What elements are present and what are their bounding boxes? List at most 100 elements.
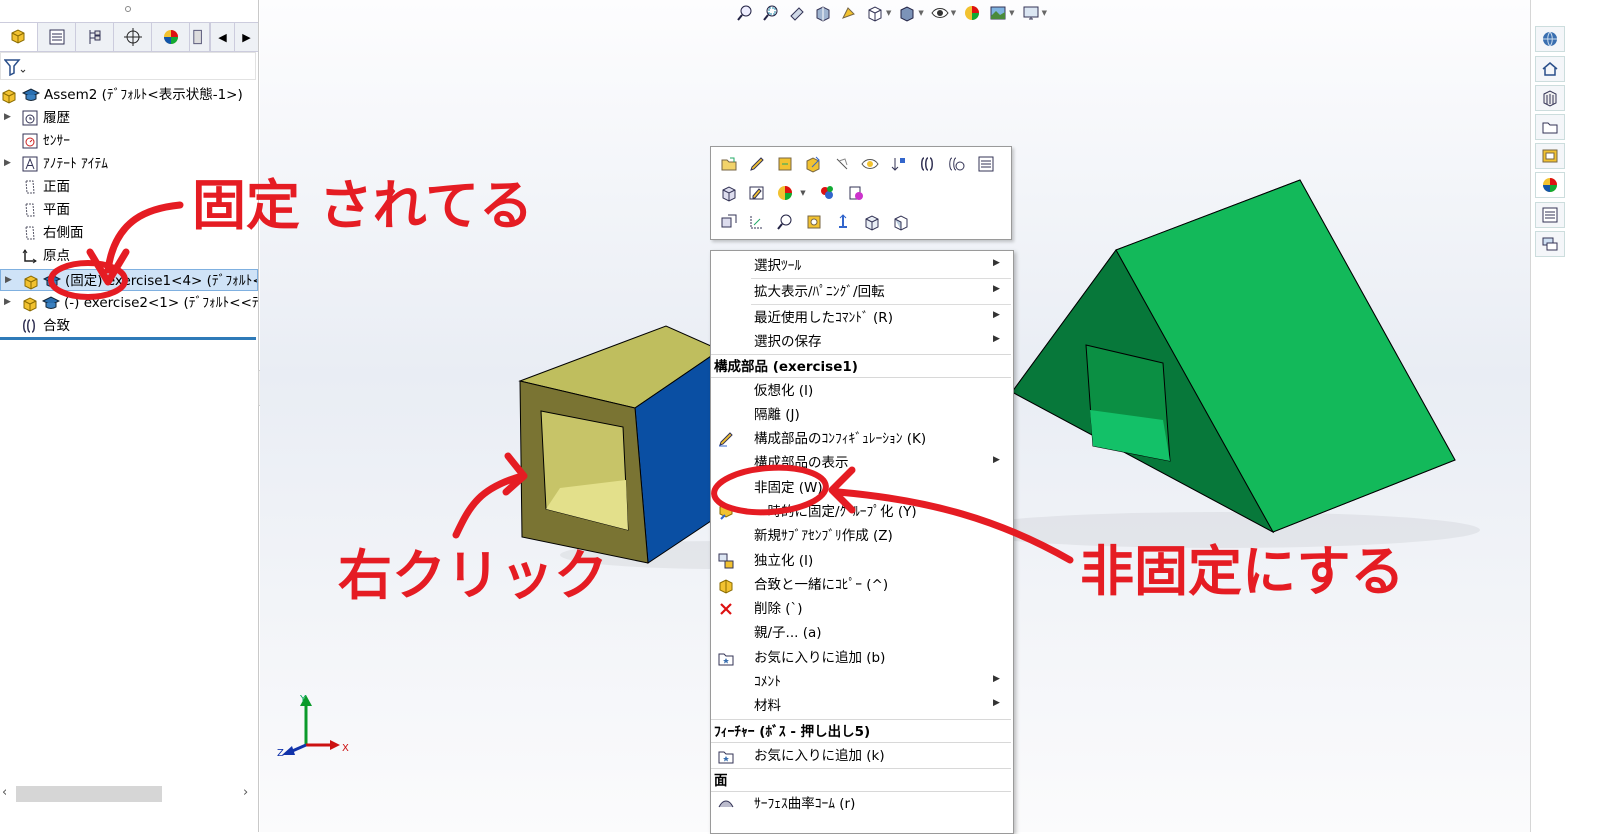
forum-button[interactable]: [1535, 231, 1565, 257]
menu-item[interactable]: 独立化 (I): [711, 549, 1011, 573]
tree-item-label: Assem2 (ﾃﾞﾌｫﾙﾄ<表示状態-1>): [44, 87, 243, 103]
part-icon: [23, 297, 37, 312]
texture-button[interactable]: [816, 182, 838, 204]
insert-reference-button[interactable]: [832, 211, 854, 233]
tree-item[interactable]: ▶ ｱﾉﾃｰﾄ ｱｲﾃﾑ: [0, 153, 258, 175]
component-properties-button[interactable]: [975, 153, 997, 175]
menu-item-label: 削除 (`): [754, 601, 803, 617]
tree-root-assembly[interactable]: Assem2 (ﾃﾞﾌｫﾙﾄ<表示状態-1>): [0, 84, 258, 106]
tab-configuration-manager[interactable]: [76, 23, 114, 51]
replace-component-button[interactable]: [774, 153, 796, 175]
mortarboard-icon: [41, 296, 61, 309]
smart-dimension-button[interactable]: [746, 211, 768, 233]
file-explorer-button[interactable]: [1535, 114, 1565, 140]
menu-item[interactable]: 最近使用したｺﾏﾝﾄﾞ (R) ▶: [711, 306, 1011, 330]
tab-display-manager[interactable]: [152, 23, 190, 51]
axis-z-label: Z: [277, 748, 284, 759]
menu-item[interactable]: 選択ﾂｰﾙ ▶: [711, 254, 1011, 278]
filter-icon: [4, 59, 26, 76]
menu-item[interactable]: 削除 (`): [711, 597, 1011, 621]
expand-arrow-icon[interactable]: ▶: [4, 112, 11, 122]
edit-part-button[interactable]: [746, 153, 768, 175]
panel-grip[interactable]: [0, 0, 258, 20]
expand-arrow-icon[interactable]: ▶: [4, 158, 11, 168]
tree-item[interactable]: ｾﾝｻｰ: [0, 130, 258, 152]
design-library-button[interactable]: [1535, 85, 1565, 111]
tab-scroll-left[interactable]: ◀: [210, 23, 234, 51]
tree-item[interactable]: ▶ (-) exercise2<1> (ﾃﾞﾌｫﾙﾄ<<ﾃﾞ: [0, 292, 258, 314]
tree-item[interactable]: 原点: [0, 245, 258, 267]
surface-icon: [718, 800, 734, 808]
scroll-left-icon[interactable]: ‹: [2, 785, 7, 800]
isolate-button[interactable]: [718, 182, 740, 204]
tree-item[interactable]: ▶ 履歴: [0, 107, 258, 129]
assembly-features-button[interactable]: [802, 153, 824, 175]
tree-item[interactable]: ▶ (固定) exercise1<4> (ﾃﾞﾌｫﾙﾄ<: [0, 269, 258, 291]
normal-to-button[interactable]: [803, 211, 825, 233]
submenu-arrow-icon: ▶: [993, 455, 1000, 465]
zoom-to-selection-button[interactable]: [774, 211, 796, 233]
triangular-prism-part[interactable]: [1011, 179, 1456, 534]
part-icon: [24, 275, 38, 290]
menu-item[interactable]: ｻｰﾌｪｽ曲率ｺｰﾑ (r): [711, 792, 1011, 816]
sketch-button[interactable]: [746, 182, 768, 204]
copy-appearance-button[interactable]: [845, 182, 867, 204]
view-mates-button[interactable]: [946, 153, 968, 175]
mate-button[interactable]: [917, 153, 939, 175]
plane-icon: [25, 226, 35, 240]
menu-item[interactable]: 構成部品の表示 ▶: [711, 451, 1011, 475]
view-palette-button[interactable]: [1535, 143, 1565, 169]
submenu-arrow-icon: ▶: [993, 334, 1000, 344]
tree-item[interactable]: 合致: [0, 315, 258, 337]
tree-item-label: 合致: [43, 318, 70, 334]
tab-overflow[interactable]: [190, 23, 210, 51]
appearances-button[interactable]: [1535, 172, 1565, 198]
menu-item[interactable]: 非固定 (W): [711, 476, 1011, 500]
solidworks-resources-button[interactable]: [1535, 26, 1565, 52]
move-component-button[interactable]: [888, 153, 910, 175]
custom-properties-button[interactable]: [1535, 202, 1565, 228]
annotation-unfix: 非固定にする: [1080, 540, 1405, 603]
tab-property-manager[interactable]: [38, 23, 76, 51]
tab-dimxpert[interactable]: [114, 23, 152, 51]
appearance-button[interactable]: [774, 182, 796, 204]
view-cube-icon: [865, 215, 879, 231]
menu-item[interactable]: お気に入りに追加 (b): [711, 646, 1011, 670]
tab-scroll-right[interactable]: ▶: [234, 23, 258, 51]
menu-item[interactable]: 構成部品のｺﾝﾌｨｷﾞｭﾚｰｼｮﾝ (K): [711, 427, 1011, 451]
open-part-button[interactable]: [718, 153, 740, 175]
scroll-right-icon[interactable]: ›: [243, 785, 248, 800]
menu-item[interactable]: ｺﾒﾝﾄ ▶: [711, 670, 1011, 694]
menu-item[interactable]: 仮想化 (I): [711, 379, 1011, 403]
expand-arrow-icon[interactable]: ▶: [4, 297, 11, 307]
menu-item[interactable]: 選択の保存 ▶: [711, 330, 1011, 354]
display-style-button[interactable]: [890, 211, 912, 233]
tree-filter[interactable]: [0, 52, 256, 80]
delete-icon: [720, 603, 732, 615]
expand-arrow-icon[interactable]: ▶: [5, 275, 12, 285]
menu-item[interactable]: 拡大表示/ﾊﾟﾆﾝｸﾞ/回転 ▶: [711, 280, 1011, 304]
menu-item[interactable]: 新規ｻﾌﾞｱｾﾝﾌﾞﾘ作成 (Z): [711, 524, 1011, 548]
favorite-icon: [718, 751, 734, 764]
appearance-dropdown[interactable]: ▼: [797, 182, 809, 204]
menu-section-label: ﾌｨｰﾁｬｰ (ﾎﾞｽ - 押し出し5): [714, 724, 871, 740]
menu-section-header: 構成部品 (exercise1): [711, 354, 1011, 378]
view-mates-icon: [949, 157, 965, 171]
edit-part-icon: [750, 157, 764, 171]
scrollbar-thumb[interactable]: [16, 786, 162, 802]
component-config-button[interactable]: [718, 211, 740, 233]
show-hidden-button[interactable]: [859, 153, 881, 175]
view-cube-button[interactable]: [861, 211, 883, 233]
home-button[interactable]: [1535, 56, 1565, 82]
tab-feature-manager[interactable]: [0, 23, 38, 51]
menu-item[interactable]: 材料 ▶: [711, 694, 1011, 718]
square-tube-part[interactable]: [518, 325, 722, 564]
menu-item[interactable]: 一時的に固定/ｸﾞﾙｰﾌﾟ化 (Y): [711, 500, 1011, 524]
menu-item[interactable]: 隔離 (J): [711, 403, 1011, 427]
panel-horizontal-scrollbar[interactable]: ‹ ›: [0, 784, 258, 804]
hide-component-button[interactable]: [831, 153, 853, 175]
copy-appearance-icon: [849, 186, 863, 200]
menu-item[interactable]: 合致と一緒にｺﾋﾟｰ (^): [711, 573, 1011, 597]
menu-item[interactable]: お気に入りに追加 (k): [711, 744, 1011, 768]
menu-item[interactable]: 親/子... (a): [711, 621, 1011, 645]
